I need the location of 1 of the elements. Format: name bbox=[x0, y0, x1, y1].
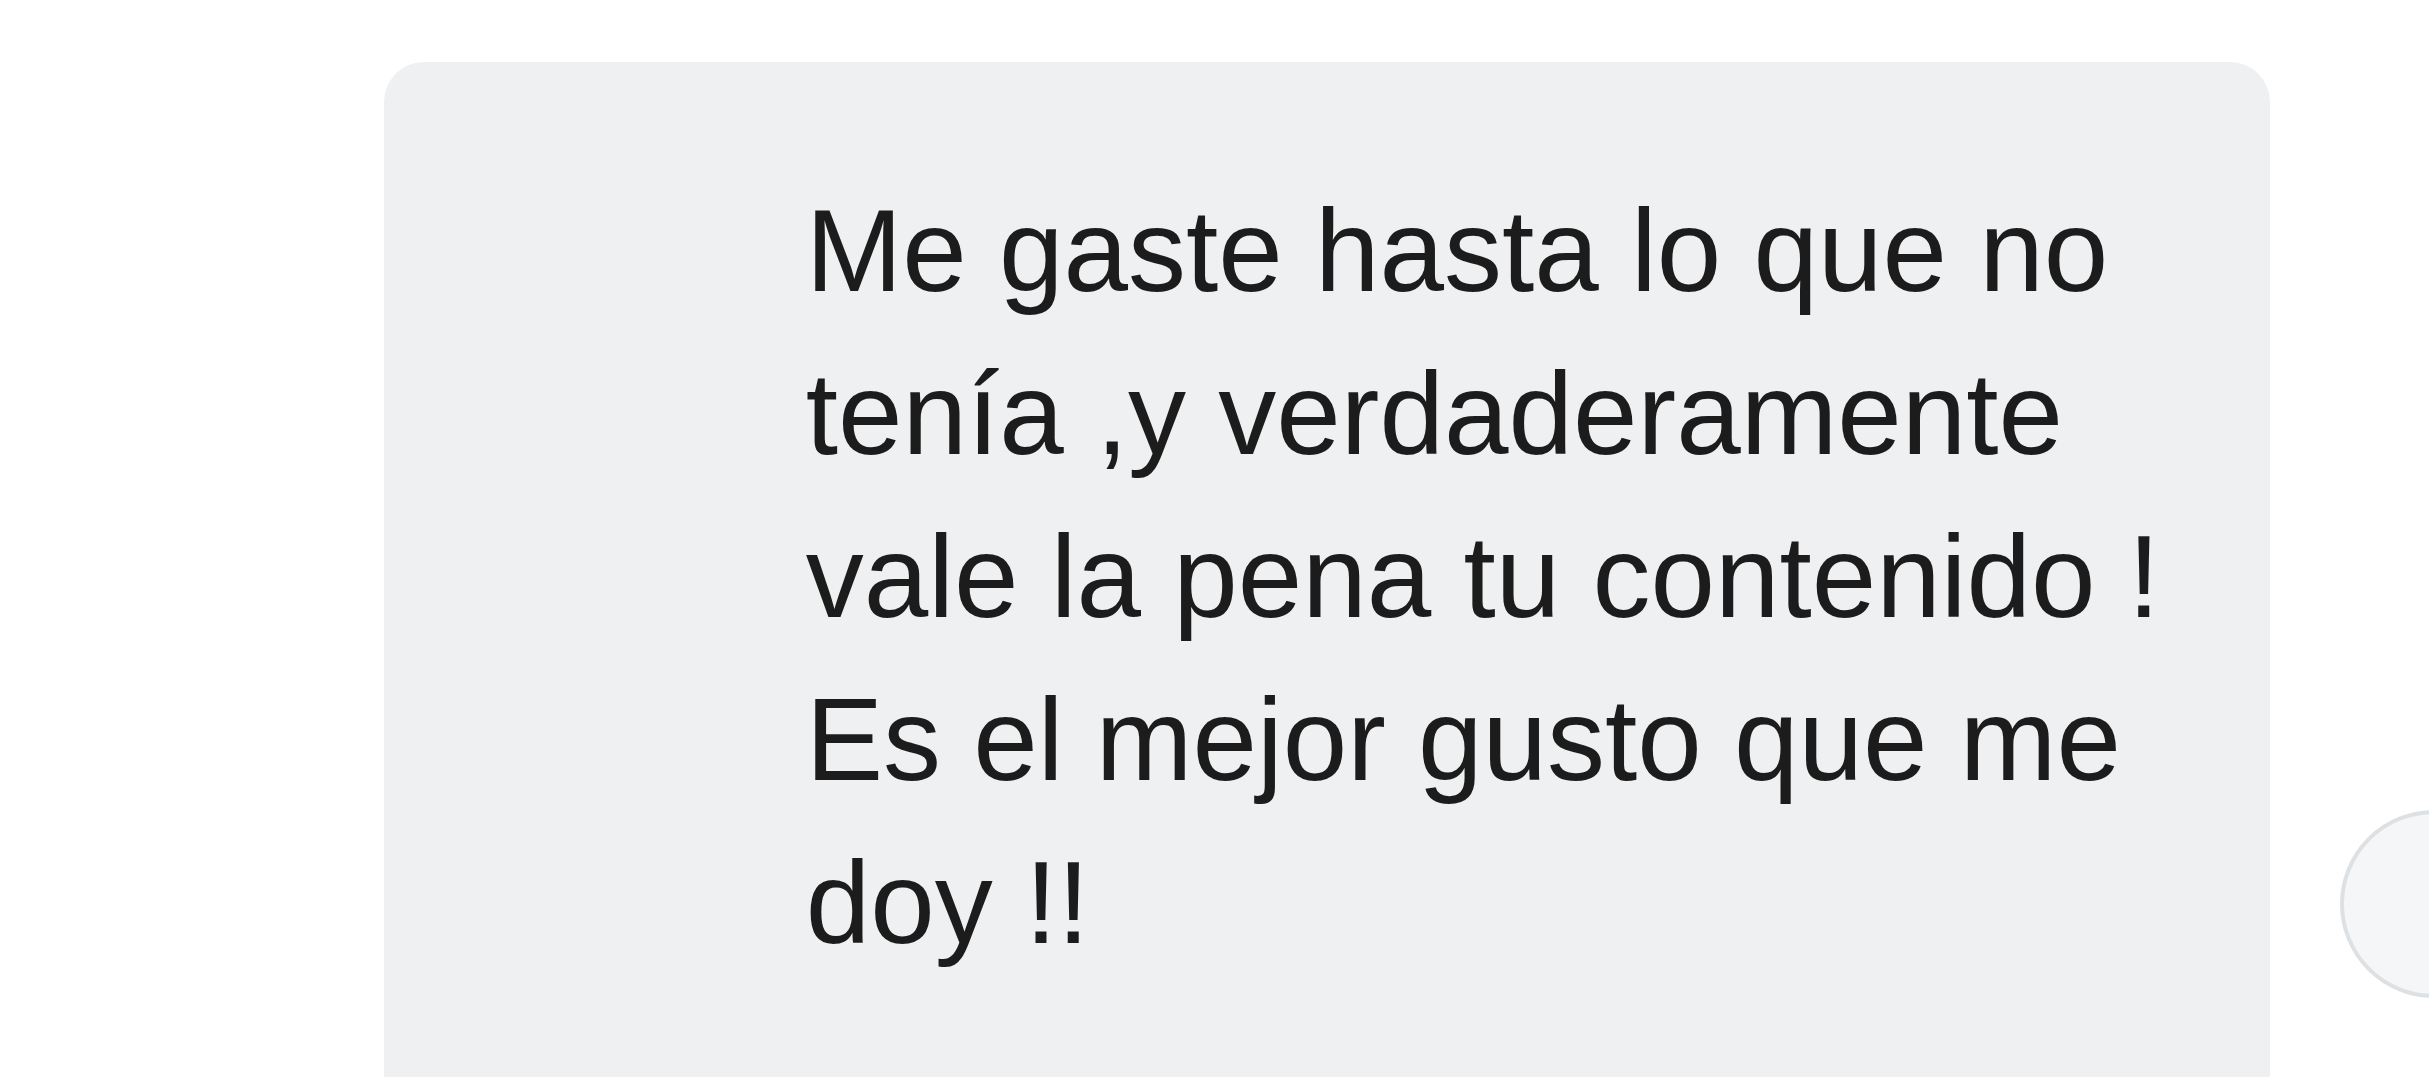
message-text: Me gaste hasta lo que no tenía ,y verdaderamente vale la pena tu contenido ! Es el mejor gusto que me doy !! bbox=[805, 185, 2160, 970]
